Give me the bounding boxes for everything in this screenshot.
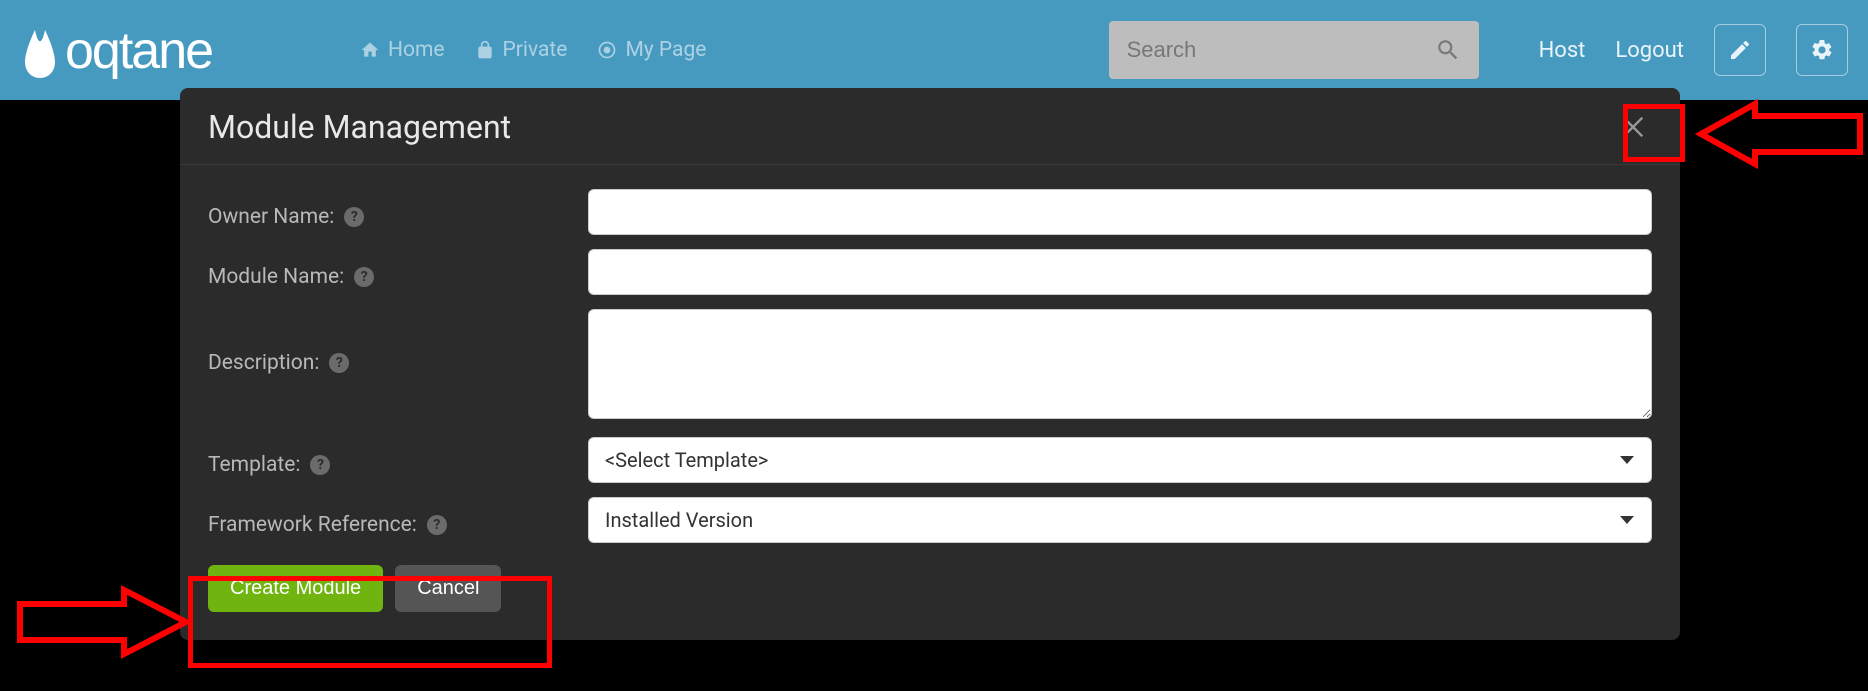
nav-private[interactable]: Private [475, 38, 568, 62]
row-template: Template: ? <Select Template> [208, 437, 1652, 483]
host-link[interactable]: Host [1539, 38, 1586, 63]
label-owner-text: Owner Name: [208, 205, 334, 229]
svg-text:oqtane: oqtane [65, 22, 212, 80]
modal-header: Module Management [180, 88, 1680, 165]
gear-icon [1810, 38, 1834, 62]
modal-title: Module Management [208, 108, 511, 146]
close-icon [1619, 113, 1647, 141]
logout-link[interactable]: Logout [1615, 38, 1684, 63]
label-template-text: Template: [208, 453, 300, 477]
help-icon[interactable]: ? [344, 207, 364, 227]
search-icon [1435, 37, 1461, 63]
template-select[interactable]: <Select Template> [588, 437, 1652, 483]
help-icon[interactable]: ? [310, 455, 330, 475]
label-module-text: Module Name: [208, 265, 344, 289]
row-framework: Framework Reference: ? Installed Version [208, 497, 1652, 543]
lock-icon [475, 40, 495, 60]
module-name-control [588, 249, 1652, 295]
search-input[interactable] [1127, 37, 1435, 63]
edit-button[interactable] [1714, 24, 1766, 76]
owner-name-input[interactable] [588, 189, 1652, 235]
help-icon[interactable]: ? [427, 515, 447, 535]
module-name-input[interactable] [588, 249, 1652, 295]
home-icon [360, 40, 380, 60]
brand-logo[interactable]: oqtane [20, 20, 320, 80]
annotation-arrow-buttons [14, 582, 194, 662]
help-icon[interactable]: ? [329, 353, 349, 373]
description-control [588, 309, 1652, 423]
create-module-button[interactable]: Create Module [208, 565, 383, 612]
description-textarea[interactable] [588, 309, 1652, 419]
settings-button[interactable] [1796, 24, 1848, 76]
label-module-name: Module Name: ? [208, 255, 588, 289]
target-icon [597, 40, 617, 60]
nav-home[interactable]: Home [360, 38, 445, 62]
nav-mypage[interactable]: My Page [597, 38, 706, 62]
framework-select[interactable]: Installed Version [588, 497, 1652, 543]
annotation-arrow-close [1695, 96, 1865, 176]
row-owner-name: Owner Name: ? [208, 189, 1652, 235]
module-management-modal: Module Management Owner Name: ? Module N… [180, 88, 1680, 640]
label-framework: Framework Reference: ? [208, 503, 588, 537]
nav-mypage-label: My Page [625, 38, 706, 62]
label-description: Description: ? [208, 309, 588, 375]
nav-private-label: Private [503, 38, 568, 62]
user-links: Host Logout [1539, 24, 1848, 76]
row-description: Description: ? [208, 309, 1652, 423]
modal-button-row: Create Module Cancel [208, 565, 1652, 612]
label-description-text: Description: [208, 351, 319, 375]
row-module-name: Module Name: ? [208, 249, 1652, 295]
template-control: <Select Template> [588, 437, 1652, 483]
topbar: oqtane Home Private My Page Host Logout [0, 0, 1868, 100]
search-box[interactable] [1109, 21, 1479, 79]
modal-body: Owner Name: ? Module Name: ? Description… [180, 165, 1680, 640]
close-button[interactable] [1614, 108, 1652, 146]
pencil-icon [1728, 38, 1752, 62]
cancel-button[interactable]: Cancel [395, 565, 501, 612]
owner-name-control [588, 189, 1652, 235]
label-owner-name: Owner Name: ? [208, 195, 588, 229]
help-icon[interactable]: ? [354, 267, 374, 287]
nav-home-label: Home [388, 38, 445, 62]
label-template: Template: ? [208, 443, 588, 477]
main-nav: Home Private My Page [360, 38, 1109, 62]
framework-control: Installed Version [588, 497, 1652, 543]
label-framework-text: Framework Reference: [208, 513, 417, 537]
